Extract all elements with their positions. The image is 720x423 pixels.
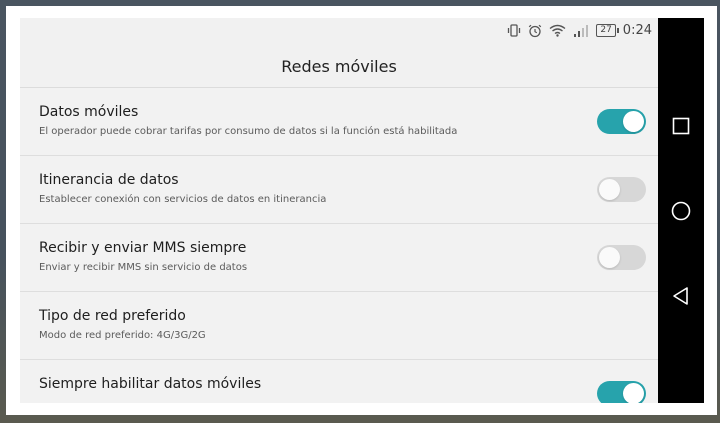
page-title: Redes móviles — [281, 56, 397, 76]
mms-always-toggle[interactable] — [597, 245, 646, 270]
app-header: Redes móviles — [20, 45, 658, 88]
mobile-data-toggle[interactable] — [597, 109, 646, 134]
always-mobile-data-toggle[interactable] — [597, 381, 646, 403]
wifi-icon — [549, 24, 566, 37]
setting-always-mobile-data[interactable]: Siempre habilitar datos móviles — [20, 360, 658, 403]
setting-subtitle: Enviar y recibir MMS sin servicio de dat… — [39, 262, 248, 273]
setting-mobile-data[interactable]: Datos móviles El operador puede cobrar t… — [20, 88, 658, 156]
battery-indicator: 27 — [596, 24, 620, 37]
phone-screen: 27 0:24 Redes móviles Datos móviles El o… — [20, 18, 704, 403]
data-roaming-toggle[interactable] — [597, 177, 646, 202]
status-time: 0:24 — [622, 23, 652, 38]
setting-title: Recibir y enviar MMS siempre — [39, 240, 247, 256]
back-icon[interactable] — [671, 286, 691, 306]
setting-data-roaming[interactable]: Itinerancia de datos Establecer conexión… — [20, 156, 658, 224]
toggle-knob — [623, 383, 644, 403]
vibrate-icon — [507, 24, 521, 37]
setting-subtitle: Establecer conexión con servicios de dat… — [39, 194, 327, 205]
setting-mms-always[interactable]: Recibir y enviar MMS siempre Enviar y re… — [20, 224, 658, 292]
setting-title: Siempre habilitar datos móviles — [39, 376, 262, 392]
recents-icon[interactable] — [671, 116, 691, 136]
setting-subtitle: El operador puede cobrar tarifas por con… — [39, 126, 458, 137]
home-icon[interactable] — [671, 201, 691, 221]
toggle-knob — [599, 179, 620, 200]
toggle-knob — [599, 247, 620, 268]
alarm-icon — [528, 24, 542, 38]
setting-title: Tipo de red preferido — [39, 308, 186, 324]
status-bar: 27 0:24 — [20, 18, 658, 45]
setting-preferred-network[interactable]: Tipo de red preferido Modo de red prefer… — [20, 292, 658, 360]
app-screen: 27 0:24 Redes móviles Datos móviles El o… — [20, 18, 658, 403]
navigation-bar — [658, 18, 704, 403]
toggle-knob — [623, 111, 644, 132]
signal-icon — [573, 24, 589, 37]
setting-title: Datos móviles — [39, 104, 139, 120]
status-icons: 27 0:24 — [507, 23, 652, 38]
settings-list: Datos móviles El operador puede cobrar t… — [20, 88, 658, 403]
setting-title: Itinerancia de datos — [39, 172, 179, 188]
setting-subtitle: Modo de red preferido: 4G/3G/2G — [39, 330, 206, 341]
